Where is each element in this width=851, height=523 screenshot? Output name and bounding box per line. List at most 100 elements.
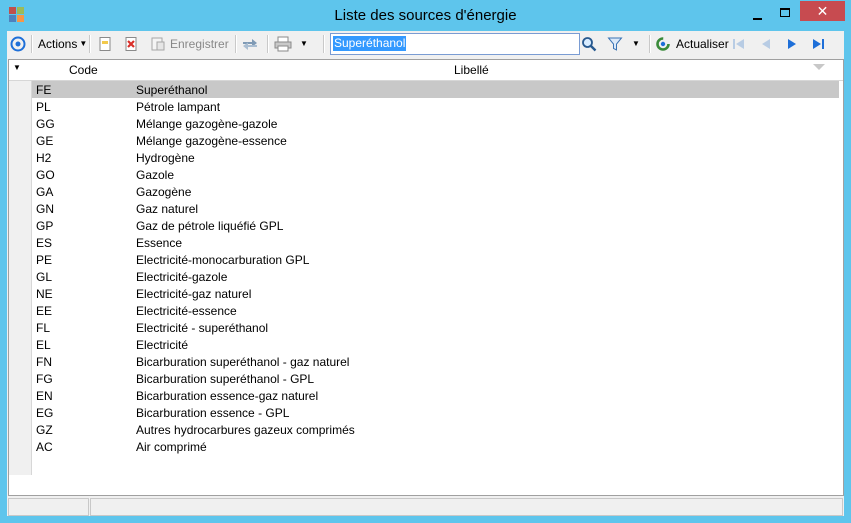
status-bar [7,496,844,516]
chevron-down-icon: ▼ [13,63,21,72]
title-bar[interactable]: Liste des sources d'énergie ✕ [0,0,851,31]
libelle-cell: Gaz naturel [136,202,199,216]
code-cell: GE [36,134,54,148]
delete-button[interactable] [123,34,141,54]
chevron-down-icon: ▼ [79,39,88,48]
window-title: Liste des sources d'énergie [334,7,517,24]
table-row[interactable]: ES Essence [32,234,839,251]
code-cell: EG [36,406,54,420]
code-cell: PL [36,100,51,114]
maximize-icon [780,8,790,17]
refresh-label: Actualiser [676,37,729,51]
column-header-libelle[interactable]: Libellé [454,63,489,77]
libelle-cell: Bicarburation essence - GPL [136,406,290,420]
search-input[interactable]: Superéthanol [330,33,580,55]
sync-button[interactable] [241,34,261,54]
code-cell: AC [36,440,53,454]
magnifier-icon [582,37,597,52]
save-document-icon [151,37,165,51]
status-pane-2 [90,498,843,516]
filter-icon [607,37,623,51]
table-row[interactable]: GO Gazole [32,166,839,183]
table-row[interactable]: GN Gaz naturel [32,200,839,217]
libelle-cell: Superéthanol [136,83,208,97]
refresh-button[interactable]: Actualiser [655,34,729,54]
window-client: Actions ▼ Enregistrer ▼ Superéthanol ▼ A… [7,31,844,516]
libelle-cell: Electricité - superéthanol [136,321,269,335]
table-row[interactable]: EG Bicarburation essence - GPL [32,404,839,421]
table-row[interactable]: AC Air comprimé [32,438,839,455]
code-cell: EN [36,389,53,403]
close-button[interactable]: ✕ [800,1,845,21]
code-cell: GA [36,185,54,199]
code-cell: FN [36,355,52,369]
minimize-button[interactable] [744,1,770,21]
table-row[interactable]: GE Mélange gazogène-essence [32,132,839,149]
actions-menu[interactable]: Actions ▼ [38,34,87,54]
search-button[interactable] [581,34,599,54]
chevron-down-icon: ▼ [632,39,640,48]
table-row[interactable]: NE Electricité-gaz naturel [32,285,839,302]
close-icon: ✕ [816,3,829,19]
table-row[interactable]: EE Electricité-essence [32,302,839,319]
first-record-button[interactable] [732,34,750,54]
libelle-cell: Autres hydrocarbures gazeux comprimés [136,423,355,437]
search-input-value: Superéthanol [333,36,407,51]
previous-record-button[interactable] [759,34,777,54]
code-cell: NE [36,287,53,301]
column-header-code[interactable]: Code [69,63,98,77]
table-row[interactable]: FL Electricité - superéthanol [32,319,839,336]
libelle-cell: Electricité [136,338,189,352]
printer-icon [274,36,292,52]
libelle-cell: Mélange gazogène-essence [136,134,287,148]
filter-row-icon [813,64,825,70]
navigate-button[interactable] [10,34,28,54]
table-row[interactable]: FE Superéthanol [32,81,839,98]
first-record-icon [733,39,744,49]
libelle-cell: Bicarburation essence-gaz naturel [136,389,319,403]
libelle-cell: Gazogène [136,185,192,199]
table-row[interactable]: FG Bicarburation superéthanol - GPL [32,370,839,387]
code-cell: EL [36,338,51,352]
next-record-button[interactable] [785,34,803,54]
save-label: Enregistrer [170,37,229,51]
code-cell: GL [36,270,53,284]
delete-icon [125,37,137,51]
filter-button[interactable]: ▼ [607,34,640,54]
table-row[interactable]: PE Electricité-monocarburation GPL [32,251,839,268]
libelle-cell: Bicarburation superéthanol - gaz naturel [136,355,350,369]
target-icon [10,36,26,52]
table-row[interactable]: GG Mélange gazogène-gazole [32,115,839,132]
toolbar: Actions ▼ Enregistrer ▼ Superéthanol ▼ A… [7,31,844,57]
refresh-icon [656,37,670,51]
table-row[interactable]: PL Pétrole lampant [32,98,839,115]
column-chooser-button[interactable]: ▼ [13,63,21,72]
table-row[interactable]: H2 Hydrogène [32,149,839,166]
libelle-cell: Gazole [136,168,175,182]
table-row[interactable]: GL Electricité-gazole [32,268,839,285]
chevron-down-icon: ▼ [300,39,308,48]
new-record-button[interactable] [97,34,115,54]
table-row[interactable]: GP Gaz de pétrole liquéfié GPL [32,217,839,234]
table-row[interactable]: GA Gazogène [32,183,839,200]
code-cell: GZ [36,423,53,437]
code-cell: GO [36,168,55,182]
last-record-button[interactable] [811,34,829,54]
code-cell: GN [36,202,54,216]
libelle-cell: Pétrole lampant [136,100,221,114]
next-record-icon [788,39,796,49]
print-button[interactable]: ▼ [274,34,308,54]
table-row[interactable]: GZ Autres hydrocarbures gazeux comprimés [32,421,839,438]
code-cell: EE [36,304,53,318]
table-row[interactable]: FN Bicarburation superéthanol - gaz natur… [32,353,839,370]
code-cell: PE [36,253,53,267]
minimize-icon [752,18,762,20]
maximize-button[interactable] [771,1,799,21]
table-row[interactable]: EL Electricité [32,336,839,353]
save-button[interactable]: Enregistrer [150,34,229,54]
table-row[interactable]: EN Bicarburation essence-gaz naturel [32,387,839,404]
libelle-cell: Electricité-monocarburation GPL [136,253,310,267]
last-record-icon [813,39,824,49]
grid-header: ▼ Code Libellé [9,60,843,81]
sync-icon [243,39,257,50]
